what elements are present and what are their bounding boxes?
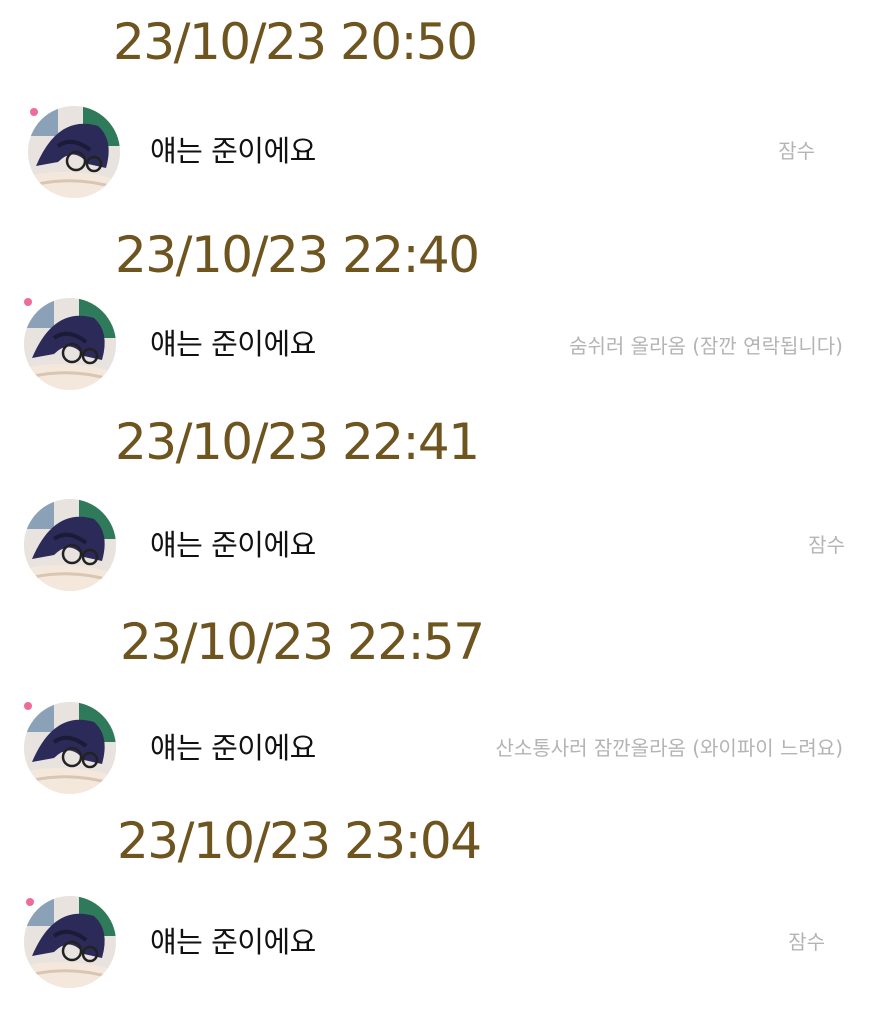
timestamp: 23/10/23 22:41: [115, 413, 480, 471]
status-message: 잠수: [788, 930, 825, 954]
profile-name: 얘는 준이에요: [150, 731, 316, 765]
profile-avatar-icon: [24, 298, 116, 390]
profile-row[interactable]: 얘는 준이에요 잠수: [0, 103, 869, 203]
profile-row[interactable]: 얘는 준이에요 잠수: [0, 894, 869, 994]
unread-dot: [26, 898, 34, 906]
status-message: 잠수: [778, 139, 815, 163]
avatar[interactable]: [24, 298, 116, 390]
profile-avatar-icon: [28, 106, 120, 198]
avatar[interactable]: [24, 499, 116, 591]
profile-row[interactable]: 얘는 준이에요 산소통사러 잠깐올라옴 (와이파이 느려요): [0, 700, 869, 800]
timestamp: 23/10/23 20:50: [113, 13, 478, 71]
avatar[interactable]: [24, 702, 116, 794]
status-message: 잠수: [808, 533, 845, 557]
profile-avatar-icon: [24, 499, 116, 591]
timestamp: 23/10/23 22:57: [120, 613, 485, 671]
profile-name: 얘는 준이에요: [150, 528, 316, 562]
unread-dot: [24, 702, 32, 710]
profile-avatar-icon: [24, 896, 116, 988]
profile-row[interactable]: 얘는 준이에요 잠수: [0, 497, 869, 597]
profile-row[interactable]: 얘는 준이에요 숨쉬러 올라옴 (잠깐 연락됩니다): [0, 296, 869, 396]
timestamp: 23/10/23 23:04: [117, 812, 482, 870]
unread-dot: [24, 298, 32, 306]
unread-dot: [30, 108, 38, 116]
status-message: 숨쉬러 올라옴 (잠깐 연락됩니다): [569, 334, 843, 358]
profile-name: 얘는 준이에요: [150, 327, 316, 361]
avatar[interactable]: [28, 106, 120, 198]
timestamp: 23/10/23 22:40: [115, 226, 480, 284]
profile-name: 얘는 준이에요: [150, 925, 316, 959]
profile-name: 얘는 준이에요: [150, 134, 316, 168]
avatar[interactable]: [24, 896, 116, 988]
status-message: 산소통사러 잠깐올라옴 (와이파이 느려요): [495, 736, 843, 760]
profile-avatar-icon: [24, 702, 116, 794]
